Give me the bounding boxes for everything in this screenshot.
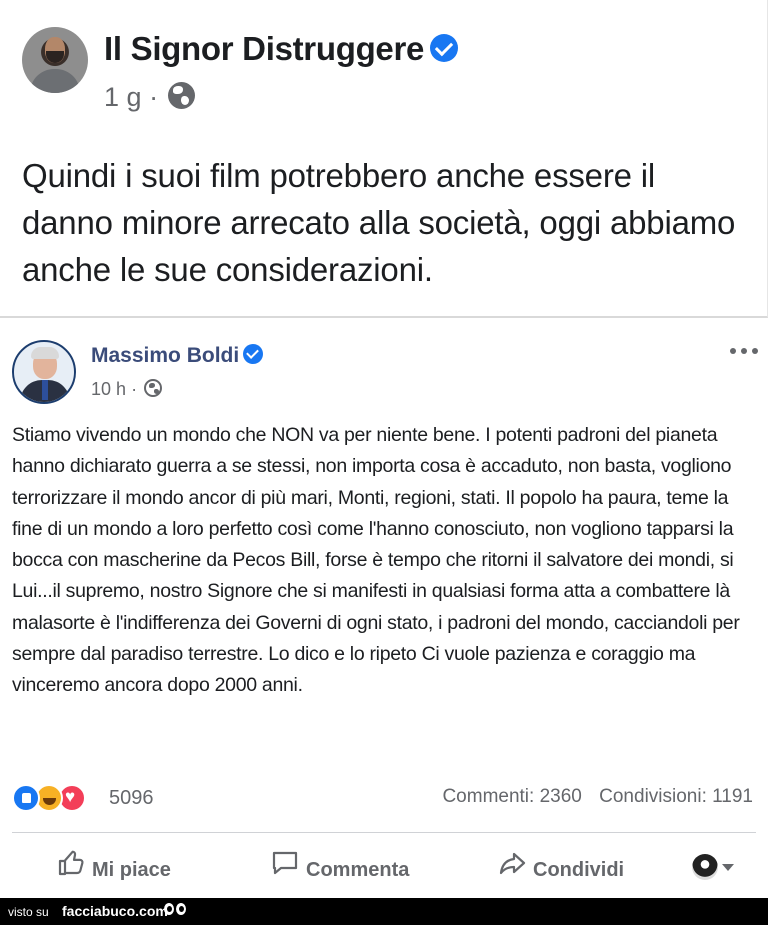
like-reaction-icon [12,784,40,812]
watermark-bar: visto su facciabuco.com [0,898,768,925]
avatar-shirt [30,69,80,93]
shared-author-avatar[interactable] [12,340,76,404]
comments-count[interactable]: Commenti: 2360 [442,786,581,807]
comment-bubble-icon [272,851,298,875]
eyes-logo-icon [164,902,188,918]
post-body: Quindi i suoi film potrebbero anche esse… [22,157,736,288]
chevron-down-icon [722,863,734,871]
post-actions-bar: Mi piace Commenta Condividi [0,842,768,892]
share-arrow-icon [499,852,526,875]
actions-divider [12,832,756,833]
comment-button[interactable]: Commenta [270,850,409,884]
profile-mini-avatar [692,854,718,880]
reaction-count[interactable]: 5096 [109,787,154,810]
shared-post: Massimo Boldi 10 h · Stiamo vivendo un m… [0,320,768,898]
meta-separator: · [131,379,138,399]
comment-label: Commenta [306,859,410,882]
shares-count[interactable]: Condivisioni: 1191 [599,786,753,807]
shared-post-meta: 10 h · [91,379,163,400]
author-name[interactable]: Il Signor Distruggere [104,30,459,68]
shared-author-name-text[interactable]: Massimo Boldi [91,344,239,367]
like-label: Mi piace [92,859,171,882]
avatar-tie [42,380,48,400]
avatar-beard [46,51,64,63]
shared-post-time[interactable]: 10 h [91,379,126,399]
post-stats: Commenti: 2360 Condivisioni: 1191 [442,786,753,808]
shared-post-body: Stiamo vivendo un mondo che NON va per n… [12,424,740,697]
post-time[interactable]: 1 g [104,82,142,112]
globe-icon [144,379,163,398]
verified-badge-icon [430,34,459,63]
shared-author-name[interactable]: Massimo Boldi [91,344,264,368]
thumbs-up-icon [58,850,84,876]
avatar-hair [31,347,59,359]
more-options-icon[interactable] [730,346,760,356]
outer-post: Il Signor Distruggere 1 g · Quindi i suo… [0,0,768,318]
share-button[interactable]: Condividi [497,850,624,884]
like-button[interactable]: Mi piace [56,850,171,884]
post-meta: 1 g · [104,82,195,113]
author-avatar[interactable] [22,27,88,93]
watermark-prefix: visto su [8,905,49,919]
meta-separator: · [149,82,159,112]
globe-icon [167,82,195,110]
share-label: Condividi [533,859,625,882]
verified-badge-icon [243,344,264,365]
author-name-text[interactable]: Il Signor Distruggere [104,30,424,67]
watermark-site[interactable]: facciabuco.com [62,903,168,919]
reaction-profile-selector[interactable] [692,854,734,888]
